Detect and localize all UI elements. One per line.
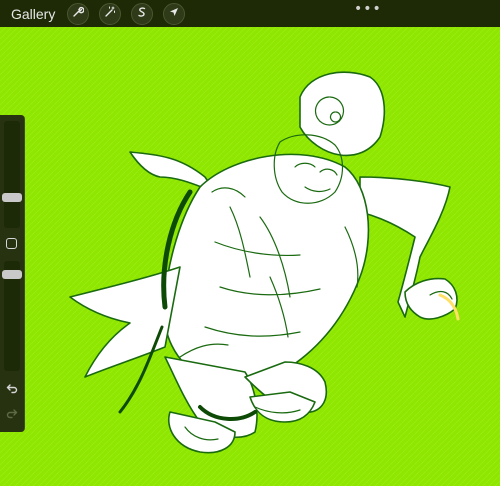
- gallery-button[interactable]: Gallery: [11, 6, 55, 22]
- cursor-arrow-icon: [168, 5, 180, 23]
- side-toolbar: [0, 115, 25, 432]
- selection-button[interactable]: [131, 2, 154, 25]
- top-toolbar: Gallery •••: [0, 0, 500, 27]
- more-options-icon[interactable]: •••: [354, 1, 382, 17]
- drawing-canvas[interactable]: [0, 27, 500, 486]
- undo-arrow-icon: [6, 381, 18, 399]
- transform-button[interactable]: [163, 2, 186, 25]
- modify-button[interactable]: [6, 238, 17, 249]
- brush-size-thumb[interactable]: [2, 193, 22, 202]
- magic-wand-icon: [104, 5, 116, 23]
- selection-s-icon: [136, 5, 148, 23]
- undo-button[interactable]: [5, 383, 19, 397]
- redo-button[interactable]: [5, 408, 19, 422]
- actions-button[interactable]: [67, 2, 90, 25]
- brush-size-slider[interactable]: [4, 121, 20, 228]
- adjustments-button[interactable]: [99, 2, 122, 25]
- redo-arrow-icon: [6, 406, 18, 424]
- wrench-icon: [72, 5, 85, 23]
- sketch-artwork: [0, 27, 500, 486]
- opacity-thumb[interactable]: [2, 270, 22, 279]
